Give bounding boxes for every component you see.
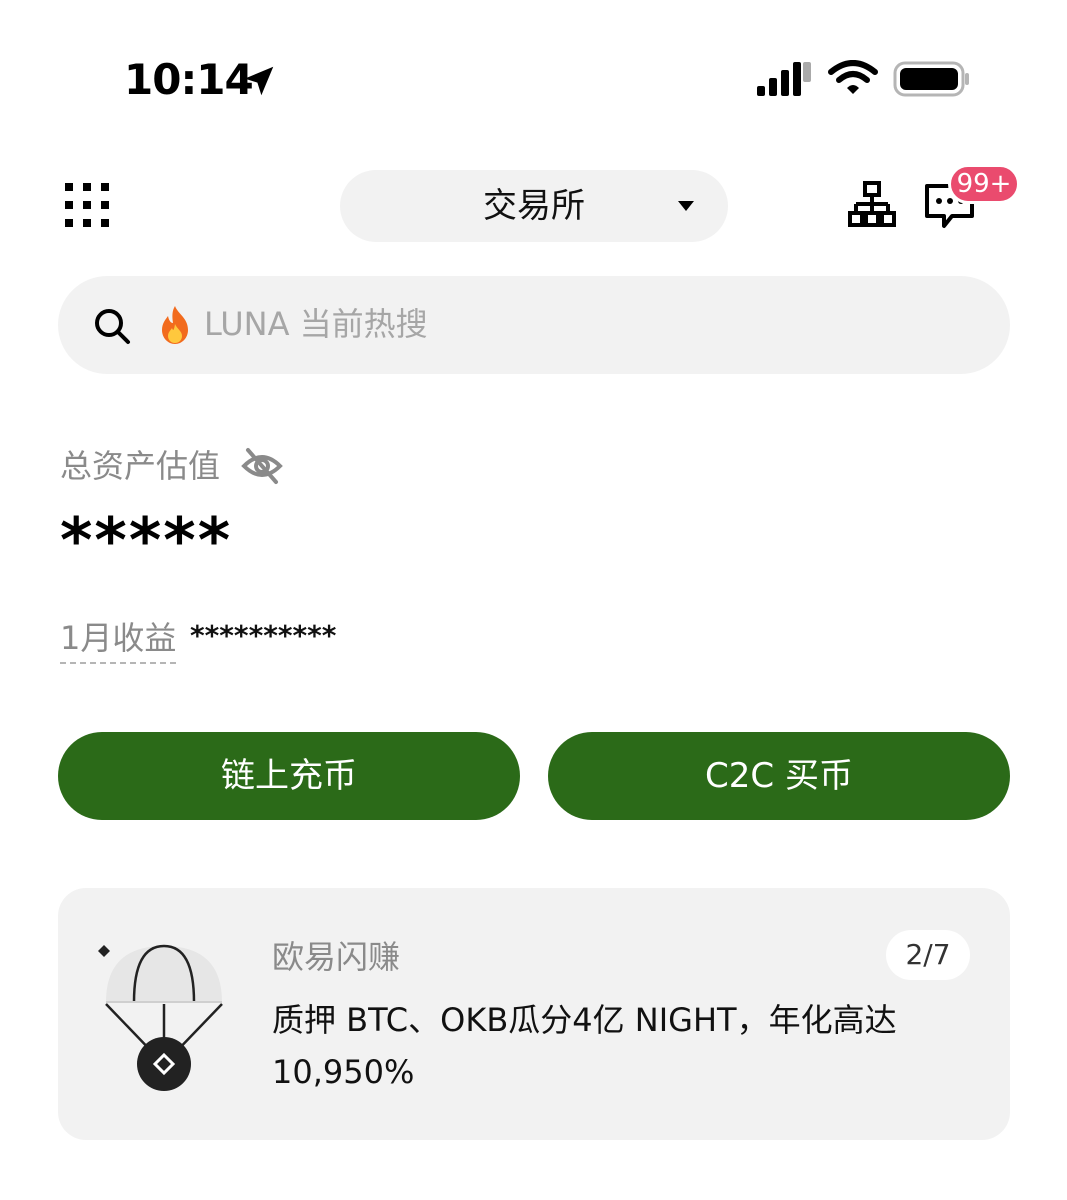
network-tree-icon[interactable] xyxy=(846,180,898,230)
status-time: 10:14 xyxy=(124,55,254,104)
promo-page-indicator: 2/7 xyxy=(886,930,970,980)
promo-tag: 欧易闪赚 xyxy=(272,938,401,976)
search-placeholder: LUNA 当前热搜 xyxy=(204,305,428,343)
c2c-buy-button[interactable]: C2C 买币 xyxy=(548,732,1010,820)
app-screen: 10:14 交易所 99+ LUNA 当前热搜 总资产估值 ***** 1月收益… xyxy=(0,0,1067,1200)
fire-icon xyxy=(162,306,188,344)
eye-off-icon[interactable] xyxy=(240,446,284,486)
search-icon xyxy=(95,309,130,344)
battery-icon xyxy=(893,61,969,97)
total-assets-label: 总资产估值 xyxy=(60,447,221,485)
notification-badge: 99+ xyxy=(948,164,1020,204)
location-arrow-icon xyxy=(244,66,274,96)
signal-icon xyxy=(757,62,811,96)
exchange-selector-label: 交易所 xyxy=(483,186,585,226)
parachute-icon xyxy=(98,944,223,1091)
monthly-profit-value: ********** xyxy=(190,619,337,652)
promo-text: 质押 BTC、OKB瓜分4亿 NIGHT，年化高达 10,950% xyxy=(272,1001,897,1091)
monthly-profit-label[interactable]: 1月收益 xyxy=(60,614,177,664)
exchange-selector[interactable]: 交易所 xyxy=(340,170,728,242)
total-assets-value: ***** xyxy=(60,504,233,577)
grid-menu-icon[interactable] xyxy=(62,180,112,230)
onchain-deposit-button[interactable]: 链上充币 xyxy=(58,732,520,820)
search-bar[interactable] xyxy=(58,276,1010,374)
caret-down-icon xyxy=(678,201,694,211)
wifi-icon xyxy=(828,60,878,94)
